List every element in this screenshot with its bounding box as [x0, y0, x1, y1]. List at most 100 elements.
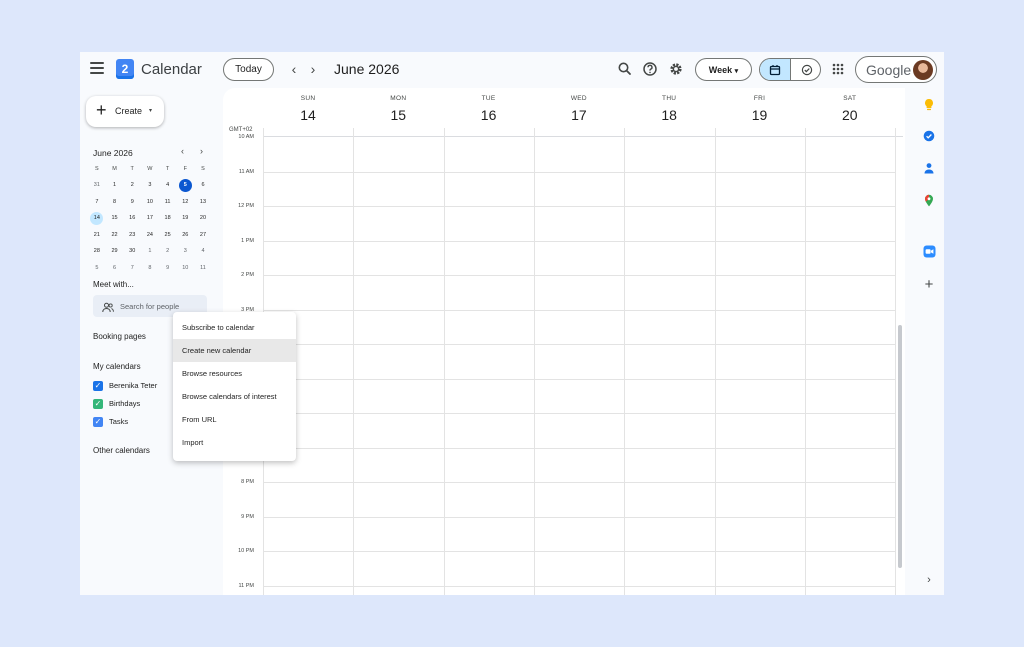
mini-day[interactable]: 10 [141, 194, 159, 211]
mini-day[interactable]: 14 [88, 210, 106, 227]
mini-day[interactable]: 13 [194, 194, 212, 211]
calendar-checkbox[interactable]: ✓ [93, 399, 103, 409]
next-week-button[interactable]: › [305, 60, 321, 78]
video-icon[interactable] [922, 244, 936, 258]
day-number[interactable]: 15 [353, 107, 443, 123]
menu-item[interactable]: Import [173, 431, 296, 454]
day-number[interactable]: 16 [444, 107, 534, 123]
header-divider [263, 136, 903, 137]
mini-day[interactable]: 8 [141, 260, 159, 277]
mini-day[interactable]: 26 [176, 227, 194, 244]
mini-next-month-button[interactable]: › [200, 146, 203, 156]
mini-day[interactable]: 4 [159, 177, 177, 194]
mini-day[interactable]: 25 [159, 227, 177, 244]
day-column-header[interactable]: SAT 20 [805, 88, 895, 123]
mini-day[interactable]: 19 [176, 210, 194, 227]
calendar-checkbox[interactable]: ✓ [93, 417, 103, 427]
mini-day[interactable]: 5 [176, 177, 194, 194]
mini-day[interactable]: 12 [176, 194, 194, 211]
mini-weekday-label: S [201, 166, 205, 172]
mini-day[interactable]: 21 [88, 227, 106, 244]
mini-day[interactable]: 15 [106, 210, 124, 227]
help-icon[interactable] [641, 60, 659, 78]
menu-item[interactable]: From URL [173, 408, 296, 431]
today-button[interactable]: Today [223, 58, 274, 81]
day-column-header[interactable]: SUN 14 [263, 88, 353, 123]
mini-day-number: 28 [93, 248, 100, 255]
mini-day[interactable]: 31 [88, 177, 106, 194]
other-calendars-label[interactable]: Other calendars [93, 446, 150, 455]
day-number[interactable]: 14 [263, 107, 353, 123]
person-icon[interactable] [922, 161, 936, 175]
mini-day[interactable]: 28 [88, 243, 106, 260]
account-button[interactable]: Google [855, 56, 937, 83]
mini-day-number: 15 [111, 215, 118, 222]
booking-pages-label[interactable]: Booking pages [93, 332, 146, 341]
mini-day[interactable]: 16 [123, 210, 141, 227]
mini-day-number: 2 [130, 182, 134, 189]
day-column-header[interactable]: MON 15 [353, 88, 443, 123]
grid-scrollbar[interactable] [898, 325, 902, 568]
lightbulb-icon[interactable] [922, 97, 936, 111]
my-calendars-label[interactable]: My calendars [93, 362, 141, 371]
menu-item[interactable]: Create new calendar [173, 339, 296, 362]
chevron-right-icon[interactable]: › [922, 573, 936, 587]
day-number[interactable]: 18 [624, 107, 714, 123]
mini-day[interactable]: 2 [159, 243, 177, 260]
mini-day-number: 8 [148, 264, 152, 271]
tasks-view-icon[interactable] [791, 59, 820, 80]
apps-grid-icon[interactable] [829, 60, 847, 78]
mini-day[interactable]: 7 [88, 194, 106, 211]
mini-day[interactable]: 1 [141, 243, 159, 260]
day-column-header[interactable]: WED 17 [534, 88, 624, 123]
mini-day[interactable]: 27 [194, 227, 212, 244]
search-icon[interactable] [616, 60, 634, 78]
avatar[interactable] [913, 60, 933, 80]
mini-day[interactable]: 18 [159, 210, 177, 227]
create-button[interactable]: + Create ▾ [86, 96, 164, 127]
mini-day[interactable]: 24 [141, 227, 159, 244]
mini-day[interactable]: 11 [194, 260, 212, 277]
mini-day[interactable]: 1 [106, 177, 124, 194]
day-number[interactable]: 19 [715, 107, 805, 123]
day-number[interactable]: 17 [534, 107, 624, 123]
mini-day[interactable]: 9 [159, 260, 177, 277]
mini-day[interactable]: 3 [141, 177, 159, 194]
mini-day[interactable]: 22 [106, 227, 124, 244]
map-pin-icon[interactable] [922, 193, 936, 207]
mini-day[interactable]: 6 [194, 177, 212, 194]
mini-prev-month-button[interactable]: ‹ [181, 146, 184, 156]
day-column-header[interactable]: TUE 16 [444, 88, 534, 123]
mini-day[interactable]: 3 [176, 243, 194, 260]
mini-day-number: 14 [90, 211, 104, 225]
mini-day[interactable]: 10 [176, 260, 194, 277]
menu-item[interactable]: Subscribe to calendar [173, 316, 296, 339]
tasks-icon[interactable] [922, 129, 936, 143]
menu-item[interactable]: Browse calendars of interest [173, 385, 296, 408]
day-column-header[interactable]: FRI 19 [715, 88, 805, 123]
mini-day[interactable]: 11 [159, 194, 177, 211]
calendar-view-icon[interactable] [760, 59, 791, 80]
mini-day[interactable]: 9 [123, 194, 141, 211]
mini-day[interactable]: 20 [194, 210, 212, 227]
menu-item[interactable]: Browse resources [173, 362, 296, 385]
gear-icon[interactable] [667, 60, 685, 78]
view-selector-button[interactable]: Week ▾ [695, 58, 752, 81]
calendar-checkbox[interactable]: ✓ [93, 381, 103, 391]
mini-day[interactable]: 17 [141, 210, 159, 227]
mini-day[interactable]: 23 [123, 227, 141, 244]
mini-day[interactable]: 4 [194, 243, 212, 260]
day-number[interactable]: 20 [805, 107, 895, 123]
mini-day[interactable]: 30 [123, 243, 141, 260]
mini-day[interactable]: 6 [106, 260, 124, 277]
hour-line [263, 378, 895, 380]
mini-day[interactable]: 2 [123, 177, 141, 194]
mini-day[interactable]: 29 [106, 243, 124, 260]
day-column-header[interactable]: THU 18 [624, 88, 714, 123]
mini-day[interactable]: 5 [88, 260, 106, 277]
hamburger-icon[interactable] [90, 62, 104, 76]
mini-day[interactable]: 7 [123, 260, 141, 277]
plus-icon[interactable]: + [922, 276, 936, 293]
prev-week-button[interactable]: ‹ [286, 60, 302, 78]
mini-day[interactable]: 8 [106, 194, 124, 211]
